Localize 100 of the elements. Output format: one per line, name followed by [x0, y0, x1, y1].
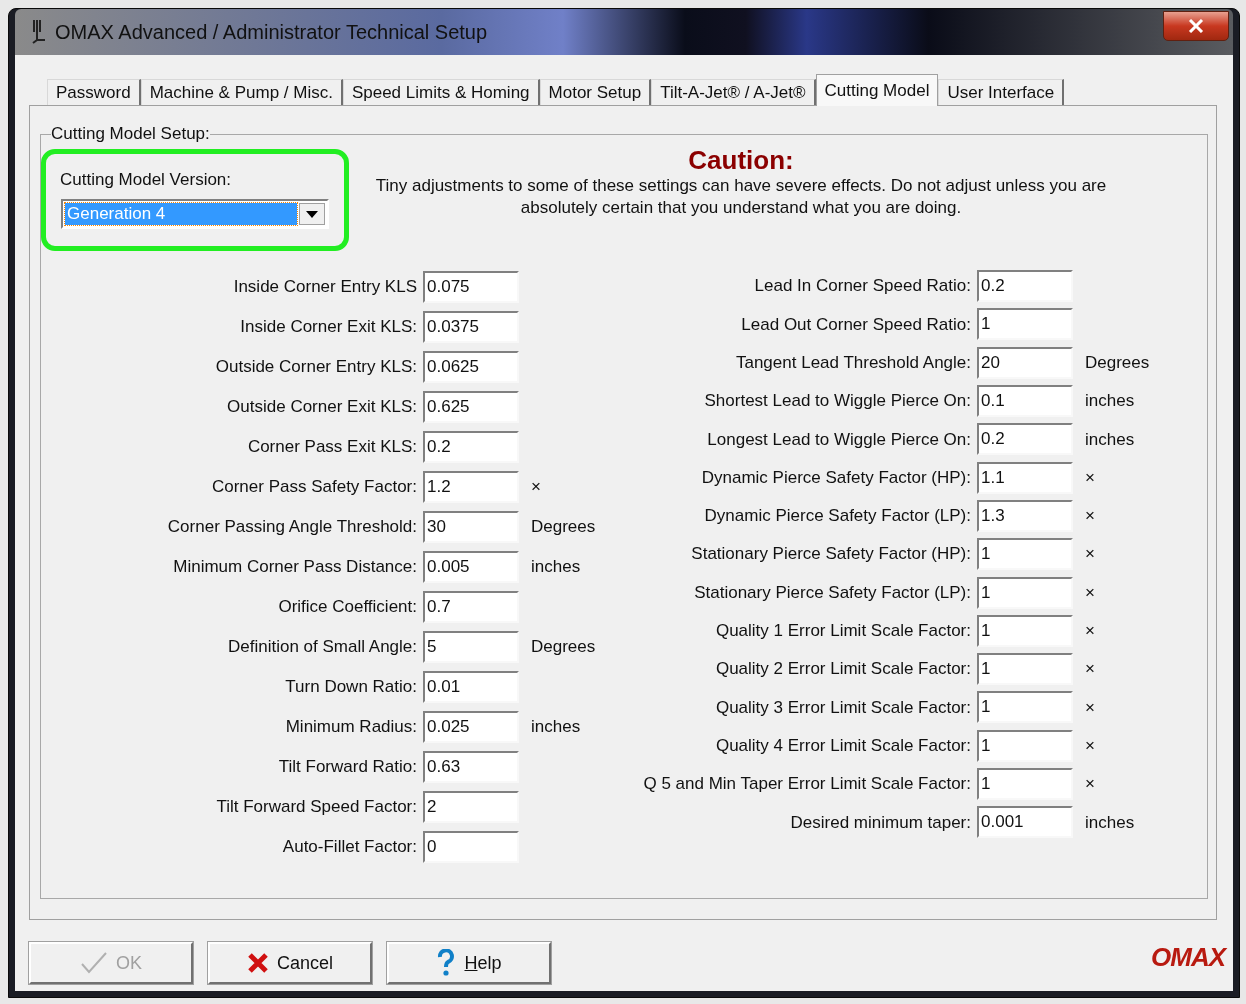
unit-label: ×: [1085, 543, 1095, 566]
input-field[interactable]: 0.1: [977, 385, 1073, 418]
input-field[interactable]: 5: [423, 631, 519, 663]
input-field[interactable]: 2: [423, 791, 519, 823]
tab[interactable]: Tilt-A-Jet® / A-Jet®: [651, 79, 816, 105]
tab[interactable]: User Interface: [938, 79, 1065, 105]
field-label: Minimum Radius:: [284, 716, 417, 739]
caution-heading: Caution:: [688, 145, 794, 175]
unit-label: ×: [1085, 658, 1095, 681]
field-label: Dynamic Pierce Safety Factor (LP):: [703, 505, 971, 528]
input-field[interactable]: 0.005: [423, 551, 519, 583]
field-label: Inside Corner Entry KLS: [232, 276, 417, 299]
field-label: Lead Out Corner Speed Ratio:: [740, 313, 971, 336]
window-title: OMAX Advanced / Administrator Technical Setup: [55, 20, 488, 45]
input-field[interactable]: 1: [977, 308, 1073, 341]
cancel-button[interactable]: Cancel: [208, 942, 372, 984]
input-field[interactable]: 0.2: [977, 423, 1073, 456]
tab[interactable]: Motor Setup: [539, 79, 652, 105]
help-button[interactable]: Help: [387, 942, 551, 984]
field-label: Corner Pass Safety Factor:: [210, 476, 417, 499]
input-field[interactable]: 1: [977, 768, 1073, 800]
unit-label: ×: [1085, 696, 1095, 719]
field-label: Tilt Forward Speed Factor:: [215, 796, 417, 819]
tab[interactable]: Password: [47, 79, 141, 105]
unit-label: ×: [1085, 773, 1095, 796]
dropdown-arrow-button[interactable]: [299, 203, 325, 225]
field-label: Longest Lead to Wiggle Pierce On:: [706, 428, 971, 451]
group-title: Cutting Model Setup:: [51, 124, 210, 144]
dropdown-value: Generation 4: [65, 203, 297, 225]
field-label: Definition of Small Angle:: [227, 636, 417, 659]
input-field[interactable]: 1: [977, 576, 1073, 609]
close-button[interactable]: [1163, 11, 1229, 41]
tab[interactable]: Cutting Model: [815, 74, 939, 106]
field-label: Shortest Lead to Wiggle Pierce On:: [703, 390, 971, 413]
unit-label: inches: [1085, 428, 1135, 451]
unit-label: ×: [531, 476, 541, 499]
input-field[interactable]: 1: [977, 614, 1073, 647]
unit-label: ×: [1085, 581, 1095, 604]
tab[interactable]: Machine & Pump / Misc.: [140, 79, 343, 105]
tab[interactable]: Speed Limits & Homing: [342, 79, 540, 105]
field-label: Inside Corner Exit KLS:: [239, 316, 417, 339]
unit-label: ×: [1085, 505, 1095, 528]
close-icon: [1188, 19, 1204, 33]
input-field[interactable]: 0.2: [423, 431, 519, 463]
input-field[interactable]: 0.625: [423, 391, 519, 423]
question-mark-icon: [436, 949, 457, 977]
input-field[interactable]: 1: [977, 691, 1073, 724]
caret-icon: [306, 210, 318, 218]
field-label: Orifice Coefficient:: [277, 596, 417, 619]
unit-label: ×: [1085, 466, 1095, 489]
field-label: Quality 3 Error Limit Scale Factor:: [714, 696, 971, 719]
omax-logo: OMAX: [1151, 941, 1225, 974]
input-field[interactable]: 0.7: [423, 591, 519, 623]
unit-label: Degrees: [531, 636, 596, 659]
input-field[interactable]: 0.2: [977, 270, 1073, 303]
input-field[interactable]: 20: [977, 346, 1073, 379]
field-label: Lead In Corner Speed Ratio:: [753, 275, 971, 298]
unit-label: Degrees: [531, 516, 596, 539]
version-label: Cutting Model Version:: [60, 169, 232, 191]
unit-label: ×: [1085, 620, 1095, 643]
field-label: Desired minimum taper:: [789, 811, 971, 834]
field-label: Turn Down Ratio:: [284, 676, 417, 699]
unit-label: ×: [1085, 734, 1095, 757]
unit-label: inches: [531, 716, 581, 739]
field-label: Dynamic Pierce Safety Factor (HP):: [700, 466, 971, 489]
input-field[interactable]: 1: [977, 538, 1073, 571]
field-label: Stationary Pierce Safety Factor (HP):: [690, 543, 971, 566]
field-label: Outside Corner Entry KLS:: [214, 356, 417, 379]
field-label: Auto-Fillet Factor:: [281, 836, 417, 859]
field-label: Quality 4 Error Limit Scale Factor:: [714, 734, 971, 757]
input-field[interactable]: 1.1: [977, 461, 1073, 494]
field-label: Corner Pass Exit KLS:: [246, 436, 417, 459]
check-icon: [80, 951, 108, 975]
input-field[interactable]: 0.0625: [423, 351, 519, 383]
input-field[interactable]: 1: [977, 729, 1073, 762]
input-field[interactable]: 0.025: [423, 711, 519, 743]
unit-label: inches: [531, 556, 581, 579]
input-field[interactable]: 0.0375: [423, 311, 519, 343]
input-field[interactable]: 1: [977, 653, 1073, 686]
input-field[interactable]: 0.001: [977, 806, 1073, 839]
field-label: Corner Passing Angle Threshold:: [166, 516, 417, 539]
unit-label: inches: [1085, 811, 1135, 834]
unit-label: Degrees: [1085, 352, 1150, 374]
unit-label: inches: [1085, 390, 1135, 413]
input-field[interactable]: 0: [423, 831, 519, 863]
input-field[interactable]: 0.01: [423, 671, 519, 703]
field-label: Tangent Lead Threshold Angle:: [734, 352, 971, 374]
field-label: Quality 2 Error Limit Scale Factor:: [714, 658, 971, 681]
field-label: Quality 1 Error Limit Scale Factor:: [714, 620, 971, 643]
input-field[interactable]: 1.2: [423, 471, 519, 503]
caution-text: Tiny adjustments to some of these settings can have severe effects. Do not adjust unless you are absolutely certain that you understand what you are doing.: [374, 175, 1108, 219]
input-field[interactable]: 0.63: [423, 751, 519, 783]
field-label: Q 5 and Min Taper Error Limit Scale Factor:: [642, 773, 971, 796]
field-label: Stationary Pierce Safety Factor (LP):: [693, 581, 971, 604]
input-field[interactable]: 1.3: [977, 499, 1073, 532]
field-label: Outside Corner Exit KLS:: [226, 396, 417, 419]
input-field[interactable]: 30: [423, 511, 519, 543]
cross-icon: [247, 952, 269, 974]
input-field[interactable]: 0.075: [423, 271, 519, 303]
field-label: Minimum Corner Pass Distance:: [172, 556, 417, 579]
